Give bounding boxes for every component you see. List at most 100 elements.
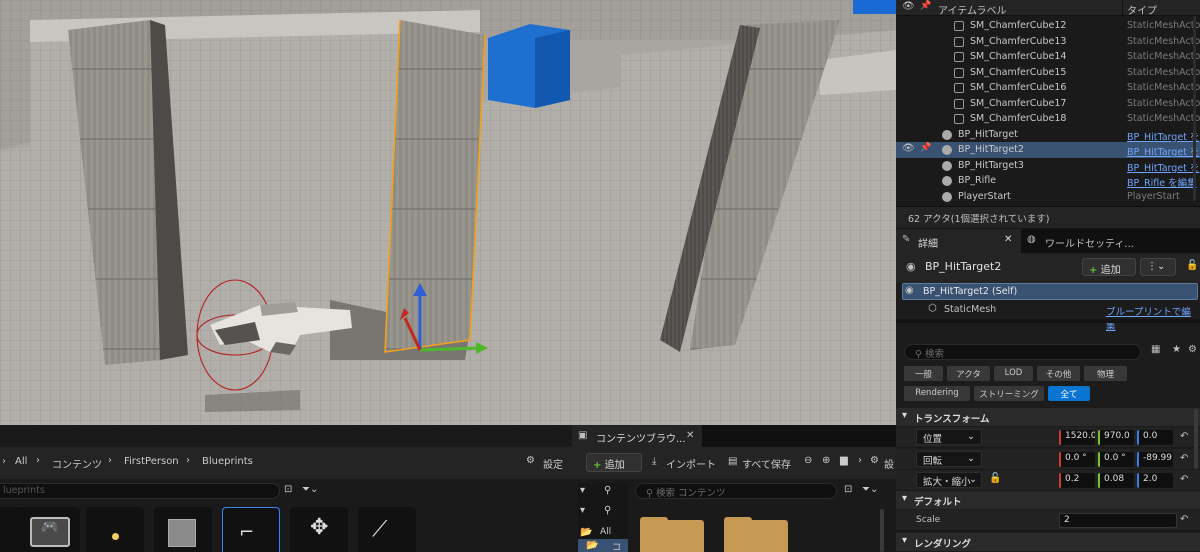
filter-button[interactable]: アクタ [947,366,990,381]
breadcrumb-content[interactable]: コンテンツ [52,456,102,471]
grid-view-icon[interactable]: ▦ [1151,344,1160,355]
asset-thumbnail[interactable] [0,507,24,552]
tab-world-settings[interactable]: ◍ ワールドセッティ... [1023,229,1163,253]
rotation-y-field[interactable]: 0.0 ° [1098,452,1134,467]
outliner-row[interactable]: PlayerStart PlayerStart [896,189,1200,205]
edit-blueprint-link[interactable]: BP_HitTarget を [1127,160,1199,174]
content-search-input[interactable]: lueprints [0,483,280,499]
outliner-row[interactable]: SM_ChamferCube14 StaticMeshActo [896,49,1200,65]
add-button[interactable]: + 追加 [586,453,642,472]
import-icon[interactable]: ⤓ [652,456,656,467]
column-label-header[interactable]: アイテムラベル [938,2,1007,17]
breadcrumb-blueprints[interactable]: Blueprints [202,456,253,467]
rotation-z-field[interactable]: -89.99 [1137,452,1173,467]
section-default[interactable]: デフォルト [896,491,1200,509]
outliner-row[interactable]: SM_ChamferCube15 StaticMeshActo [896,65,1200,81]
star-icon[interactable]: ★ [1172,344,1181,355]
outliner-row[interactable]: SM_ChamferCube12 StaticMeshActo [896,18,1200,34]
chevron-down-icon[interactable]: ▾ [580,485,585,496]
asset-thumbnail-gamemode[interactable]: 🎮 [22,507,80,552]
eye-icon[interactable]: 👁 [902,143,915,154]
column-type-header[interactable]: タイプ [1127,2,1157,17]
edit-blueprint-link[interactable]: BP_HitTarget を [1127,144,1199,158]
edit-blueprint-link[interactable]: BP_Rifle を編集 [1127,175,1197,189]
blueprint-options-button[interactable]: ⋮⌄ [1140,258,1176,276]
content-scrollbar[interactable] [880,509,884,552]
reset-arrow-icon[interactable]: ↶ [1180,474,1188,485]
save-search-icon[interactable]: ⊡ [284,484,292,495]
close-icon[interactable]: ✕ [1004,234,1012,245]
breadcrumb-firstperson[interactable]: FirstPerson [124,456,179,467]
search-icon[interactable]: ⚲ [604,505,611,516]
folder-icon[interactable]: ▆ [840,455,848,466]
outliner-row[interactable]: BP_HitTarget3 BP_HitTarget を [896,158,1200,174]
outliner-row[interactable]: SM_ChamferCube17 StaticMeshActo [896,96,1200,112]
scale-x-field[interactable]: 0.2 [1059,473,1095,488]
filter-icon[interactable]: ⏷⌄ [302,484,318,495]
gear-icon[interactable]: ⚙ [526,455,535,466]
location-x-field[interactable]: 1520.0 [1059,430,1095,445]
edit-blueprint-link[interactable]: ブループリントで編集 [1106,304,1200,332]
tab-content-browser[interactable]: ▣ コンテンツブラウ... ✕ [572,425,702,447]
filter-button[interactable]: 全て [1048,386,1090,401]
details-search-input[interactable]: ⚲ 検索 [904,344,1141,360]
details-scrollbar[interactable] [1194,409,1198,469]
asset-thumbnail-cube[interactable] [154,507,212,552]
breadcrumb-all[interactable]: All [15,456,27,467]
edit-blueprint-link[interactable]: BP_HitTarget を [1127,129,1199,143]
rotation-x-field[interactable]: 0.0 ° [1059,452,1095,467]
lock-icon[interactable]: 🔓 [1186,260,1198,271]
eye-icon[interactable]: 👁 [902,1,915,12]
filter-button[interactable]: その他 [1037,366,1080,381]
gear-icon[interactable]: ⚙ [870,455,879,466]
tree-item-content[interactable]: 📂 コ [578,539,628,552]
filter-button[interactable]: ストリーミング [974,386,1044,401]
import-button[interactable]: インポート [666,456,716,471]
close-icon[interactable]: ✕ [686,430,694,441]
tab-details[interactable]: ✎ 詳細 ✕ [896,229,1021,253]
reset-arrow-icon[interactable]: ↶ [1180,453,1188,464]
outliner-row[interactable]: 👁 📌 BP_HitTarget2 BP_HitTarget を [896,142,1200,158]
settings-button[interactable]: 設定 [543,456,563,471]
reset-arrow-icon[interactable]: ↶ [1180,431,1188,442]
gear-icon[interactable]: ⚙ [1188,344,1197,355]
filter-button[interactable]: LOD [994,366,1033,381]
location-y-field[interactable]: 970.0 [1098,430,1134,445]
tree-item-all[interactable]: 📂 All [578,527,628,539]
filter-button[interactable]: 一般 [904,366,943,381]
save-icon[interactable]: ▤ [728,456,737,467]
pin-icon[interactable]: 📌 [920,143,931,153]
forward-icon[interactable]: ⊕ [822,455,830,466]
back-icon[interactable]: ⊖ [804,455,812,466]
add-component-button[interactable]: + 追加 [1082,258,1136,276]
content-search-input[interactable]: ⚲ 検索 コンテンツ [635,483,837,499]
pin-icon[interactable]: 📌 [920,1,931,11]
actor-name[interactable]: BP_HitTarget2 [925,260,1001,273]
outliner-row[interactable]: SM_ChamferCube18 StaticMeshActo [896,111,1200,127]
scale-z-field[interactable]: 2.0 [1137,473,1173,488]
filter-icon[interactable]: ⏷⌄ [862,484,878,495]
self-component-row[interactable]: ◉ BP_HitTarget2 (Self) [902,283,1198,300]
scale-y-field[interactable]: 0.08 [1098,473,1134,488]
section-transform[interactable]: トランスフォーム [896,408,1200,426]
filter-button[interactable]: 物理 [1084,366,1127,381]
save-all-button[interactable]: すべて保存 [742,456,791,471]
outliner-row[interactable]: BP_Rifle BP_Rifle を編集 [896,173,1200,189]
asset-thumbnail-function[interactable]: ⟋ [358,507,416,552]
search-icon[interactable]: ⚲ [604,485,611,496]
chevron-down-icon[interactable]: ▾ [580,505,585,516]
location-z-field[interactable]: 0.0 [1137,430,1173,445]
outliner-row[interactable]: SM_ChamferCube13 StaticMeshActo [896,34,1200,50]
settings-button[interactable]: 設 [884,456,894,471]
level-viewport[interactable] [0,0,896,425]
asset-thumbnail-projectile[interactable] [86,507,144,552]
location-dropdown[interactable]: 位置 ⌄ [916,429,982,445]
asset-thumbnail-component[interactable]: ✥ [290,507,348,552]
filter-button[interactable]: Rendering [904,386,970,401]
outliner-scrollbar[interactable] [1193,16,1196,201]
outliner-row[interactable]: BP_HitTarget BP_HitTarget を [896,127,1200,143]
outliner-row[interactable]: SM_ChamferCube16 StaticMeshActo [896,80,1200,96]
scale-property-field[interactable]: 2 [1059,513,1177,528]
lock-icon[interactable]: 🔓 [989,473,1001,484]
save-search-icon[interactable]: ⊡ [844,484,852,495]
